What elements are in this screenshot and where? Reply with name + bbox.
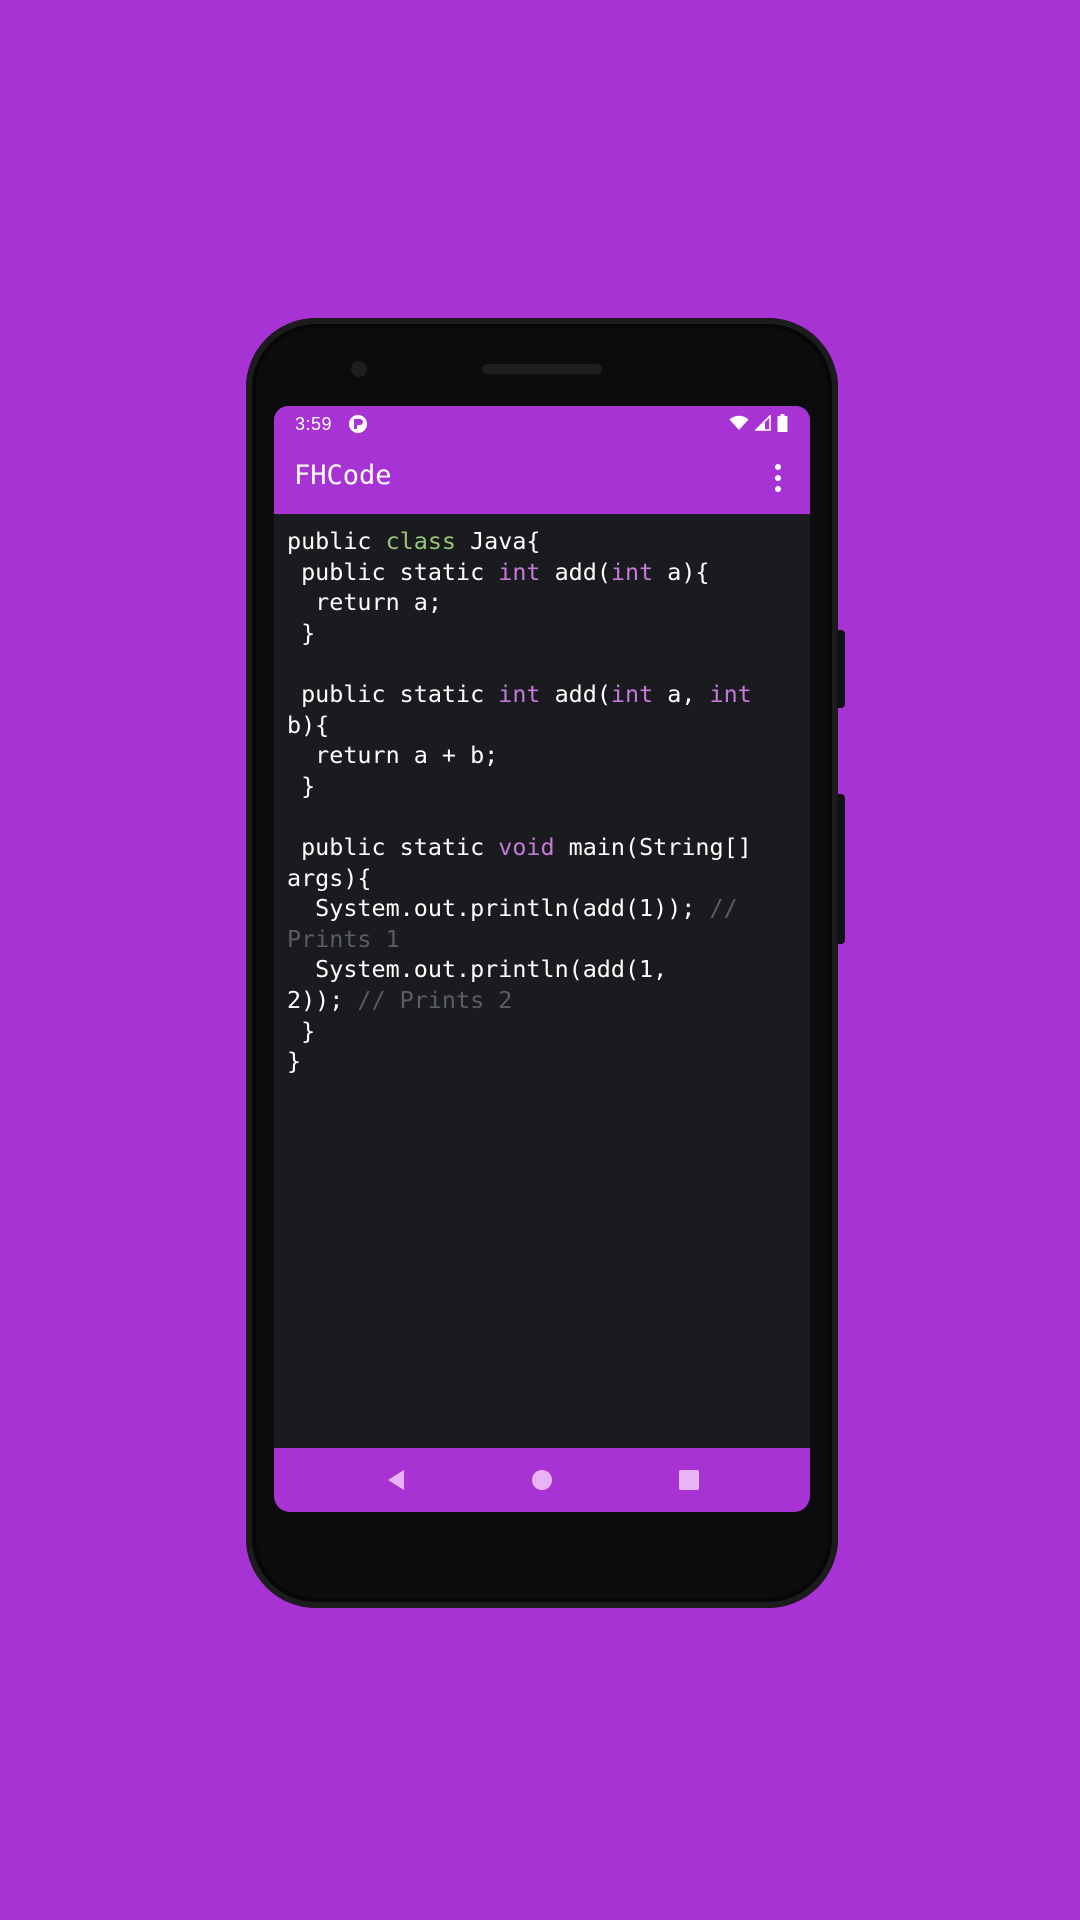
cell-signal-icon <box>754 414 771 436</box>
code-text: public <box>287 527 386 555</box>
code-text: a, <box>653 679 710 708</box>
code-comment: // <box>709 894 738 923</box>
code-text: main(String[] <box>554 832 752 861</box>
app-bar: FHCode <box>274 442 810 514</box>
code-keyword: int <box>709 679 752 708</box>
code-line: System.out.println(add(1, <box>287 954 803 985</box>
code-line: } <box>287 618 803 649</box>
code-comment: // Prints 2 <box>357 985 513 1014</box>
back-button[interactable] <box>383 1466 411 1494</box>
battery-icon <box>777 414 788 437</box>
code-line: public static int add(int a, int <box>287 679 803 710</box>
volume-button <box>837 630 845 708</box>
more-vertical-icon <box>775 464 781 492</box>
recents-button[interactable] <box>675 1466 703 1494</box>
code-text: } <box>287 1016 316 1045</box>
code-line: } <box>287 771 803 802</box>
code-text: } <box>287 1047 302 1076</box>
code-text: } <box>287 771 316 800</box>
code-keyword: int <box>498 679 541 708</box>
phone-screen: 3:59 FHCode public class Java{public st… <box>274 406 810 1512</box>
code-keyword: class <box>385 527 456 555</box>
code-text: public static <box>287 557 499 586</box>
code-editor[interactable]: public class Java{ public static int add… <box>287 526 803 1077</box>
code-line: } <box>287 1016 803 1047</box>
code-line: return a; <box>287 587 803 618</box>
code-text: public static <box>287 679 499 708</box>
recents-square-icon <box>679 1470 699 1490</box>
code-line: public static void main(String[] <box>287 832 803 863</box>
code-line: return a + b; <box>287 740 803 771</box>
earpiece-speaker <box>482 364 602 374</box>
code-text: add( <box>540 557 611 586</box>
status-icons <box>729 414 788 437</box>
home-circle-icon <box>532 1470 552 1490</box>
code-keyword: int <box>610 557 654 586</box>
code-keyword: void <box>498 832 555 861</box>
wifi-icon <box>729 415 749 436</box>
navigation-bar <box>274 1448 810 1512</box>
code-line: b){ <box>287 710 803 741</box>
code-line: public class Java{ <box>287 526 803 557</box>
code-comment: Prints 1 <box>287 924 400 953</box>
code-keyword: int <box>498 557 541 586</box>
code-line: Prints 1 <box>287 924 803 955</box>
phone-frame: 3:59 FHCode public class Java{public st… <box>246 318 845 1608</box>
code-text: return a; <box>287 588 442 617</box>
code-text: return a + b; <box>287 741 499 770</box>
front-camera <box>351 361 367 377</box>
code-text: public static <box>287 832 499 861</box>
code-line: args){ <box>287 863 803 894</box>
overflow-menu-button[interactable] <box>762 460 794 496</box>
status-bar: 3:59 <box>274 406 810 442</box>
code-text: System.out.println(add(1)); <box>287 894 710 923</box>
code-text: } <box>287 618 316 647</box>
code-text: 2)); <box>287 985 358 1014</box>
code-text: System.out.println(add(1, <box>287 955 668 984</box>
back-triangle-icon <box>388 1470 404 1490</box>
fhcode-notification-icon <box>348 414 368 434</box>
code-text: a){ <box>653 557 710 586</box>
app-title: FHCode <box>294 460 392 491</box>
code-keyword: int <box>610 679 654 708</box>
code-line: 2)); // Prints 2 <box>287 985 803 1016</box>
status-time: 3:59 <box>295 414 333 434</box>
home-button[interactable] <box>528 1466 556 1494</box>
code-line: System.out.println(add(1)); // <box>287 893 803 924</box>
code-text: args){ <box>287 863 372 892</box>
code-line: public static int add(int a){ <box>287 557 803 588</box>
code-text: add( <box>540 679 611 708</box>
code-text: b){ <box>287 710 330 739</box>
code-text: Java{ <box>456 527 541 555</box>
code-line: } <box>287 1046 803 1077</box>
power-button <box>837 794 845 944</box>
